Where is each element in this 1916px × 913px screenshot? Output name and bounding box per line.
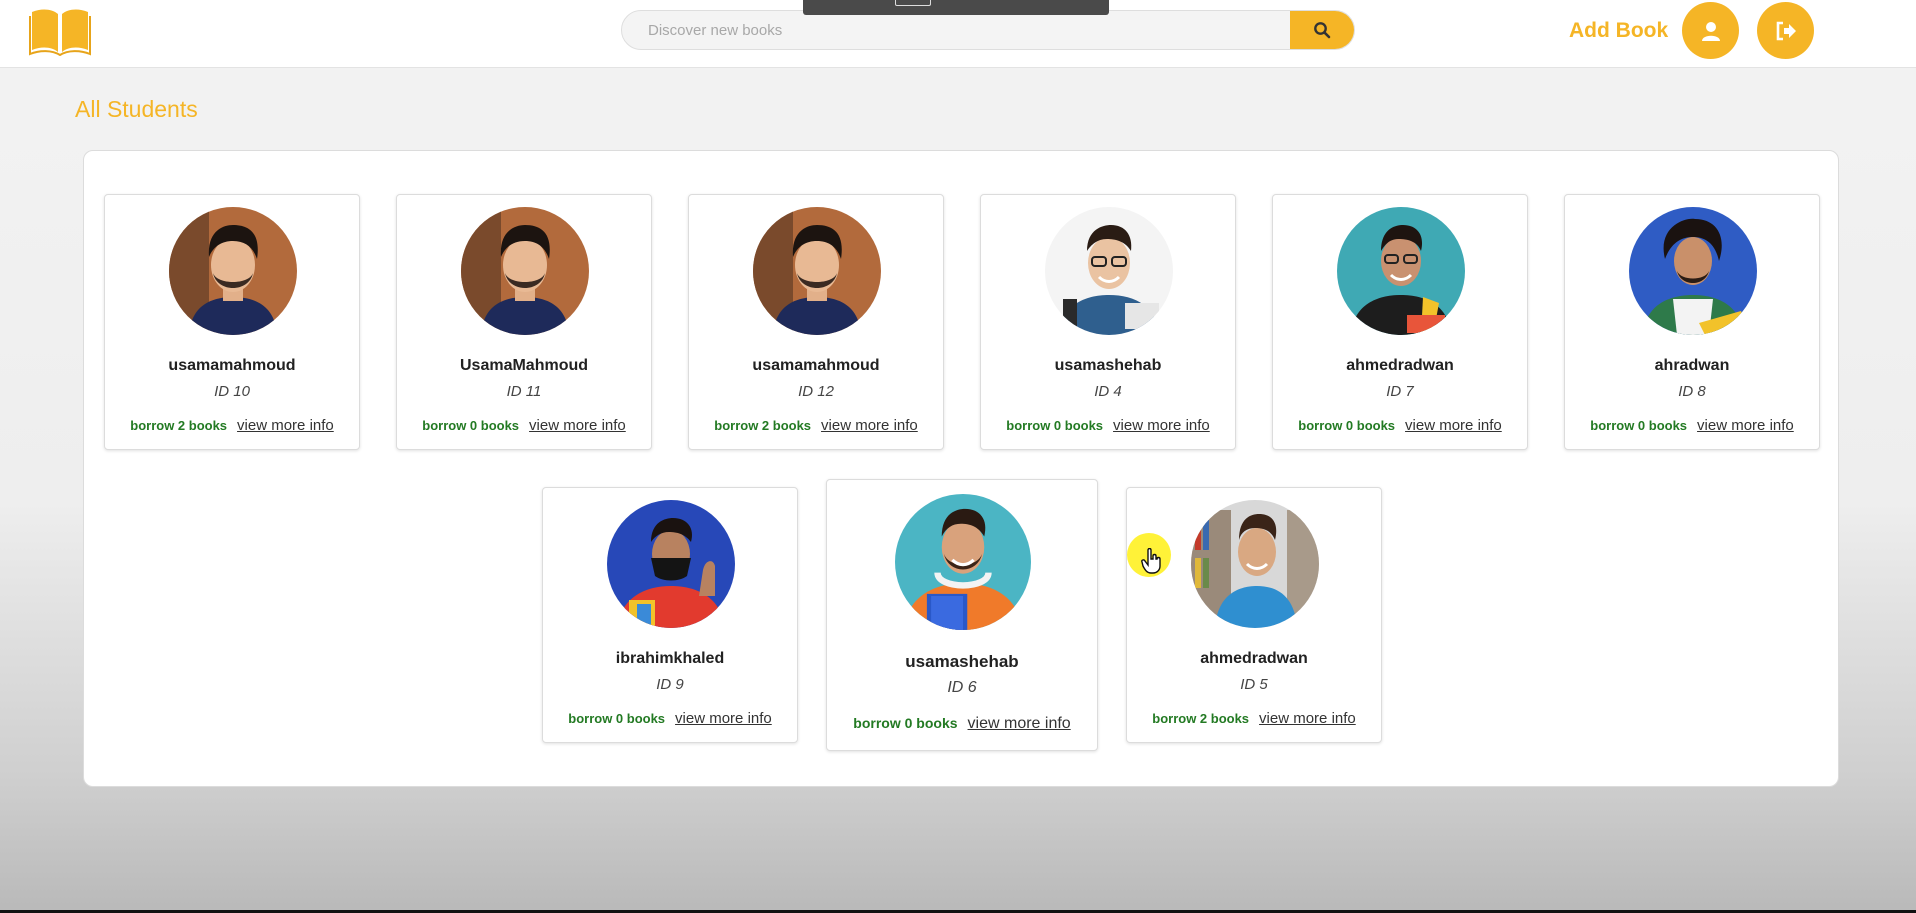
borrow-count: borrow 0 books bbox=[853, 715, 958, 731]
student-meta: borrow 0 books view more info bbox=[981, 417, 1235, 434]
student-card[interactable]: usamashehab ID 6 borrow 0 books view mor… bbox=[826, 479, 1098, 751]
student-photo bbox=[1045, 207, 1173, 335]
hand-pointer-icon bbox=[1141, 548, 1161, 574]
page-title: All Students bbox=[75, 96, 198, 122]
student-photo bbox=[461, 207, 589, 335]
view-more-info-link[interactable]: view more info bbox=[968, 715, 1071, 733]
student-meta: borrow 2 books view more info bbox=[105, 417, 359, 434]
student-name: usamashehab bbox=[1054, 357, 1162, 374]
sign-out-icon bbox=[1776, 21, 1796, 40]
student-avatar bbox=[169, 207, 297, 335]
students-panel: usamamahmoud ID 10 borrow 2 books view m… bbox=[83, 150, 1839, 787]
student-name: usamamahmoud bbox=[752, 357, 880, 374]
student-meta: borrow 0 books view more info bbox=[1565, 417, 1819, 434]
student-id: ID 7 bbox=[1386, 383, 1414, 400]
borrow-count: borrow 2 books bbox=[1152, 711, 1250, 726]
student-avatar bbox=[607, 500, 735, 628]
navbar: Add Book bbox=[0, 0, 1916, 68]
student-avatar bbox=[1337, 207, 1465, 335]
student-card[interactable]: usamamahmoud ID 10 borrow 2 books view m… bbox=[104, 194, 360, 450]
view-more-info-link[interactable]: view more info bbox=[675, 710, 772, 727]
student-name: usamashehab bbox=[905, 652, 1019, 671]
student-photo bbox=[1191, 500, 1319, 628]
student-photo bbox=[895, 494, 1031, 630]
borrow-count: borrow 0 books bbox=[1298, 418, 1396, 433]
student-avatar bbox=[1629, 207, 1757, 335]
student-meta: borrow 2 books view more info bbox=[689, 417, 943, 434]
student-photo bbox=[607, 500, 735, 628]
student-card[interactable]: ibrahimkhaled ID 9 borrow 0 books view m… bbox=[542, 487, 798, 743]
student-id: ID 10 bbox=[214, 383, 250, 400]
student-meta: borrow 2 books view more info bbox=[1127, 710, 1381, 727]
borrow-count: borrow 0 books bbox=[568, 711, 666, 726]
student-photo bbox=[753, 207, 881, 335]
student-card[interactable]: ahradwan ID 8 borrow 0 books view more i… bbox=[1564, 194, 1820, 450]
student-name: ahmedradwan bbox=[1346, 357, 1454, 374]
view-more-info-link[interactable]: view more info bbox=[1113, 417, 1210, 434]
student-card[interactable]: usamashehab ID 4 borrow 0 books view mor… bbox=[980, 194, 1236, 450]
student-avatar bbox=[461, 207, 589, 335]
search-button[interactable] bbox=[1290, 11, 1354, 49]
view-more-info-link[interactable]: view more info bbox=[237, 417, 334, 434]
student-photo bbox=[169, 207, 297, 335]
borrow-count: borrow 2 books bbox=[714, 418, 812, 433]
borrow-count: borrow 0 books bbox=[1006, 418, 1104, 433]
borrow-count: borrow 2 books bbox=[130, 418, 228, 433]
student-id: ID 6 bbox=[947, 679, 977, 696]
search-input[interactable] bbox=[622, 11, 1290, 49]
screen-recorder-tab[interactable] bbox=[803, 0, 1109, 15]
search-icon bbox=[1314, 22, 1331, 39]
user-icon bbox=[1701, 21, 1720, 41]
student-id: ID 8 bbox=[1678, 383, 1706, 400]
view-more-info-link[interactable]: view more info bbox=[1697, 417, 1794, 434]
student-name: ibrahimkhaled bbox=[615, 650, 725, 667]
student-id: ID 9 bbox=[656, 676, 684, 693]
open-book-icon[interactable] bbox=[28, 6, 92, 56]
view-more-info-link[interactable]: view more info bbox=[529, 417, 626, 434]
view-more-info-link[interactable]: view more info bbox=[821, 417, 918, 434]
student-avatar bbox=[753, 207, 881, 335]
student-card[interactable]: ahmedradwan ID 5 borrow 2 books view mor… bbox=[1126, 487, 1382, 743]
student-avatar bbox=[895, 494, 1031, 630]
student-card[interactable]: usamamahmoud ID 12 borrow 2 books view m… bbox=[688, 194, 944, 450]
student-card[interactable]: ahmedradwan ID 7 borrow 0 books view mor… bbox=[1272, 194, 1528, 450]
student-name: UsamaMahmoud bbox=[459, 357, 589, 374]
student-meta: borrow 0 books view more info bbox=[397, 417, 651, 434]
student-id: ID 12 bbox=[798, 383, 834, 400]
student-photo bbox=[1629, 207, 1757, 335]
student-card[interactable]: UsamaMahmoud ID 11 borrow 0 books view m… bbox=[396, 194, 652, 450]
add-book-link[interactable]: Add Book bbox=[1569, 19, 1668, 43]
student-photo bbox=[1337, 207, 1465, 335]
student-avatar bbox=[1191, 500, 1319, 628]
profile-button[interactable] bbox=[1682, 2, 1739, 59]
view-more-info-link[interactable]: view more info bbox=[1405, 417, 1502, 434]
student-name: ahradwan bbox=[1654, 357, 1730, 374]
student-id: ID 11 bbox=[506, 383, 542, 400]
student-id: ID 5 bbox=[1240, 676, 1268, 693]
student-name: usamamahmoud bbox=[168, 357, 296, 374]
student-id: ID 4 bbox=[1094, 383, 1122, 400]
student-name: ahmedradwan bbox=[1200, 650, 1308, 667]
student-meta: borrow 0 books view more info bbox=[543, 710, 797, 727]
view-more-info-link[interactable]: view more info bbox=[1259, 710, 1356, 727]
recorder-tab-handle bbox=[895, 0, 931, 6]
student-avatar bbox=[1045, 207, 1173, 335]
borrow-count: borrow 0 books bbox=[422, 418, 520, 433]
search-bar bbox=[621, 10, 1355, 50]
student-meta: borrow 0 books view more info bbox=[827, 715, 1097, 733]
borrow-count: borrow 0 books bbox=[1590, 418, 1688, 433]
student-meta: borrow 0 books view more info bbox=[1273, 417, 1527, 434]
logout-button[interactable] bbox=[1757, 2, 1814, 59]
